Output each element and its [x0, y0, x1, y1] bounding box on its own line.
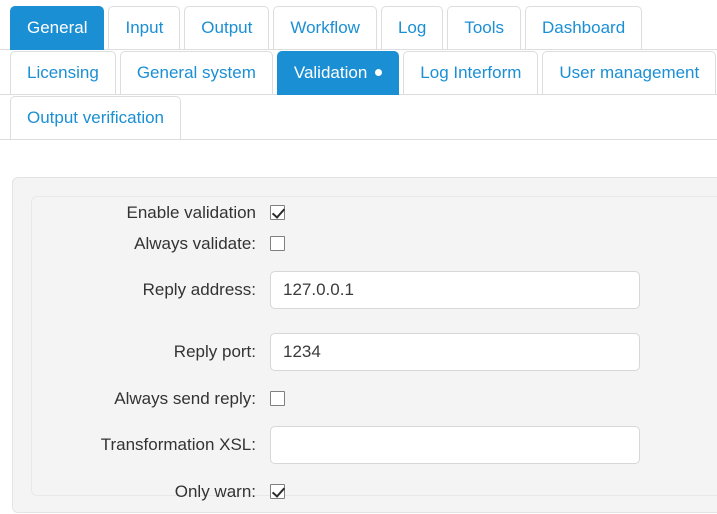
tab-label: Input: [125, 18, 164, 37]
control-always-send-reply: [270, 390, 717, 408]
always-validate-checkbox[interactable]: [270, 235, 285, 251]
tab-label: Log: [397, 18, 427, 37]
tab-general[interactable]: General: [10, 6, 105, 50]
validation-settings-panel: Enable validation Always validate: Reply…: [12, 177, 717, 513]
transformation-xsl-input[interactable]: [270, 426, 640, 464]
tab-label: Licensing: [27, 63, 99, 82]
label-enable-validation: Enable validation: [126, 202, 256, 222]
label-reply-address: Reply address:: [142, 280, 256, 299]
tab-output[interactable]: Output: [184, 6, 270, 50]
control-only-warn: [270, 483, 717, 501]
form-row-transformation-xsl: Transformation XSL:: [32, 414, 717, 476]
control-reply-address: [270, 271, 717, 309]
tab-label: Dashboard: [542, 18, 626, 37]
tab-log[interactable]: Log: [380, 6, 444, 50]
control-enable-validation: [270, 204, 717, 222]
tab-label: General: [27, 18, 88, 37]
validation-form: Enable validation Always validate: Reply…: [32, 197, 717, 507]
tab-user-management[interactable]: User management: [542, 51, 717, 95]
form-row-only-warn: Only warn:: [32, 476, 717, 507]
tab-label: Log Interform: [420, 63, 522, 82]
form-row-always-send-reply: Always send reply:: [32, 383, 717, 414]
modified-indicator-dot-icon: [375, 69, 383, 77]
tab-general-system[interactable]: General system: [119, 51, 273, 95]
control-always-validate: [270, 235, 717, 253]
tab-label: Output verification: [27, 108, 165, 127]
tertiary-tab-bar: Output verification: [0, 95, 717, 140]
reply-port-input[interactable]: [270, 333, 640, 371]
reply-address-input[interactable]: [270, 271, 640, 309]
control-transformation-xsl: [270, 426, 717, 464]
tab-label: Workflow: [290, 18, 360, 37]
tab-label: Tools: [464, 18, 504, 37]
validation-form-container: Enable validation Always validate: Reply…: [31, 196, 717, 501]
form-row-always-validate: Always validate:: [32, 228, 717, 259]
secondary-tab-bar: Licensing General system Validation Log …: [0, 50, 717, 95]
tab-output-verification[interactable]: Output verification: [10, 96, 182, 140]
tab-label: Validation: [293, 63, 368, 82]
tab-input[interactable]: Input: [108, 6, 181, 50]
label-transformation-xsl: Transformation XSL:: [100, 435, 256, 454]
label-only-warn: Only warn:: [174, 481, 256, 501]
label-always-send-reply: Always send reply:: [114, 388, 256, 408]
primary-tab-bar: General Input Output Workflow Log Tools …: [0, 5, 717, 50]
tab-workflow[interactable]: Workflow: [273, 6, 377, 50]
form-row-reply-port: Reply port:: [32, 321, 717, 383]
label-reply-port: Reply port:: [173, 342, 256, 361]
tab-label: User management: [559, 63, 700, 82]
form-row-enable-validation: Enable validation: [32, 197, 717, 228]
tab-validation[interactable]: Validation: [276, 51, 400, 95]
form-row-reply-address: Reply address:: [32, 259, 717, 321]
tab-dashboard[interactable]: Dashboard: [525, 6, 643, 50]
tab-label: General system: [136, 63, 256, 82]
control-reply-port: [270, 333, 717, 371]
enable-validation-checkbox[interactable]: [270, 204, 285, 220]
tab-label: Output: [201, 18, 253, 37]
only-warn-checkbox[interactable]: [270, 483, 285, 499]
tab-log-interform[interactable]: Log Interform: [403, 51, 539, 95]
label-always-validate: Always validate:: [134, 233, 256, 253]
tab-tools[interactable]: Tools: [447, 6, 521, 50]
always-send-reply-checkbox[interactable]: [270, 390, 285, 406]
tab-licensing[interactable]: Licensing: [10, 51, 116, 95]
settings-page: General Input Output Workflow Log Tools …: [0, 5, 717, 514]
